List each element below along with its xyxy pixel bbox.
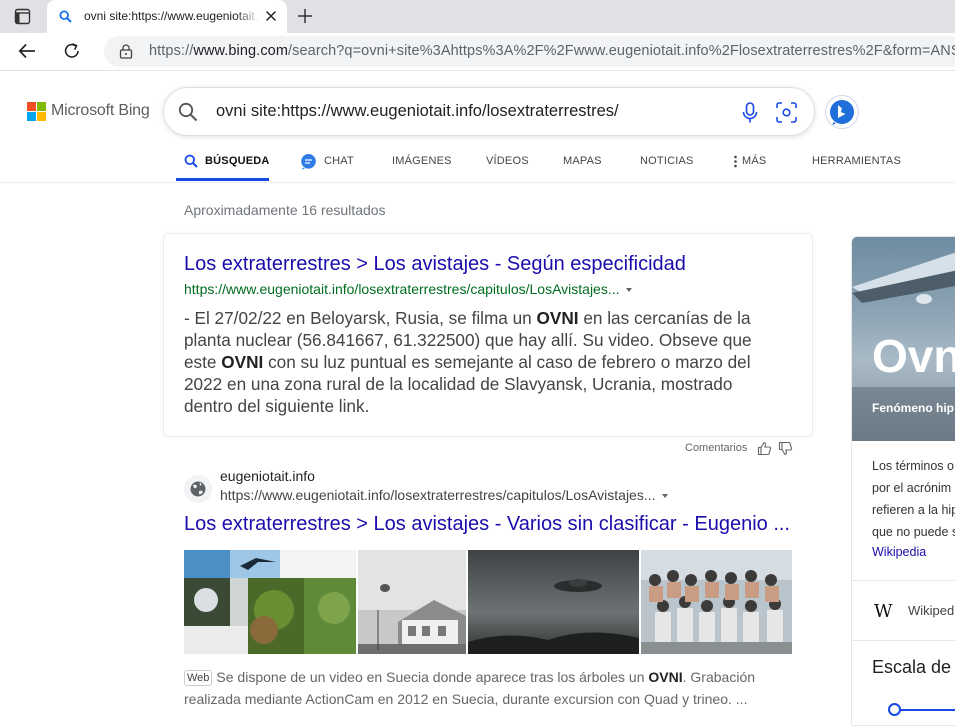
- search-input[interactable]: ovni site:https://www.eugeniotait.info/l…: [216, 102, 619, 121]
- header-separator: [0, 182, 955, 183]
- scale-slider-track[interactable]: [896, 709, 955, 711]
- lock-icon[interactable]: [119, 44, 133, 59]
- scope-tab-images[interactable]: IMÁGENES: [392, 145, 452, 182]
- scope-tab-videos[interactable]: VÍDEOS: [486, 145, 529, 182]
- scope-tab-tools[interactable]: HERRAMIENTAS: [812, 145, 901, 182]
- scope-tab-maps[interactable]: MAPAS: [563, 145, 603, 182]
- divider: [852, 580, 955, 581]
- wikipedia-label[interactable]: Wikiped: [908, 603, 954, 618]
- tab-actions-icon[interactable]: [14, 8, 31, 25]
- caret-down-icon[interactable]: [661, 494, 668, 499]
- scope-label: MAPAS: [563, 155, 602, 167]
- scale-heading: Escala de: [872, 657, 952, 677]
- knowledge-panel-hero-image[interactable]: Ovni Fenómeno hip: [852, 237, 955, 441]
- wikipedia-icon[interactable]: W: [874, 601, 893, 622]
- close-tab-icon[interactable]: [265, 10, 277, 22]
- bing-search-favicon-icon: [59, 10, 72, 23]
- address-bar[interactable]: https://www.bing.com/search?q=ovni+site%…: [104, 36, 955, 67]
- result-snippet: Web Se dispone de un video en Suecia dond…: [184, 669, 756, 707]
- scope-label: HERRAMIENTAS: [812, 155, 901, 167]
- scope-tab-news[interactable]: NOTICIAS: [640, 145, 694, 182]
- site-name[interactable]: eugeniotait.info: [220, 468, 315, 484]
- result-snippet: - El 27/02/22 en Beloyarsk, Rusia, se fi…: [184, 307, 804, 417]
- back-arrow-icon[interactable]: [17, 41, 37, 61]
- scope-label: CHAT: [324, 155, 354, 167]
- visual-search-icon[interactable]: [776, 102, 797, 123]
- url-text[interactable]: https://www.bing.com/search?q=ovni+site%…: [149, 43, 955, 59]
- scope-tab-more[interactable]: MÁS: [733, 145, 773, 182]
- knowledge-panel-description: Los términos o por el acrónim refieren a…: [872, 455, 955, 543]
- scale-slider-handle[interactable]: [888, 703, 901, 716]
- description-line: por el acrónim: [872, 481, 952, 495]
- caret-down-icon[interactable]: [625, 288, 632, 293]
- divider: [852, 640, 955, 641]
- logo-text: Microsoft Bing: [51, 102, 150, 119]
- tab-title: ovni site:https://www.eugeniotait.info/l…: [84, 9, 260, 23]
- search-result-card: Los extraterrestres > Los avistajes - Se…: [163, 233, 813, 437]
- result-title-link[interactable]: Los extraterrestres > Los avistajes - Va…: [184, 513, 790, 536]
- new-tab-icon[interactable]: [296, 7, 314, 25]
- scope-label: NOTICIAS: [640, 155, 694, 167]
- scope-label: IMÁGENES: [392, 155, 452, 167]
- browser-tab-strip: ovni site:https://www.eugeniotait.info/l…: [0, 0, 955, 33]
- thumbnail-image[interactable]: [641, 550, 792, 654]
- browser-toolbar: https://www.bing.com/search?q=ovni+site%…: [0, 33, 955, 70]
- microsoft-logo-icon: [27, 102, 46, 121]
- scope-tab-chat[interactable]: CHAT: [300, 145, 360, 182]
- scope-label: VÍDEOS: [486, 155, 529, 167]
- search-box[interactable]: ovni site:https://www.eugeniotait.info/l…: [163, 87, 815, 136]
- results-count: Aproximadamente 16 resultados: [184, 202, 386, 218]
- microphone-icon[interactable]: [741, 102, 759, 124]
- thumbnail-image[interactable]: [468, 550, 639, 654]
- knowledge-panel: Ovni Fenómeno hip Los términos o por el …: [851, 236, 955, 726]
- thumbs-up-icon[interactable]: [757, 441, 772, 456]
- knowledge-panel-subtitle: Fenómeno hip: [872, 401, 954, 415]
- search-icon: [178, 102, 198, 122]
- result-url[interactable]: https://www.eugeniotait.info/losextrater…: [220, 487, 668, 503]
- description-line: Los términos o: [872, 459, 954, 473]
- snippet-line: este OVNI con su luz puntual es semejant…: [184, 352, 751, 372]
- thumbnail-image[interactable]: [358, 550, 466, 654]
- scope-label: BÚSQUEDA: [205, 155, 270, 167]
- scope-label: MÁS: [742, 155, 767, 167]
- description-line: refieren a la hip: [872, 503, 955, 517]
- browser-separator: [0, 70, 955, 71]
- active-scope-indicator: [176, 178, 269, 181]
- refresh-icon[interactable]: [62, 41, 82, 61]
- knowledge-panel-title: Ovni: [872, 330, 955, 382]
- more-vertical-icon: [734, 155, 737, 168]
- thumbs-down-icon[interactable]: [778, 441, 793, 456]
- browser-tab[interactable]: ovni site:https://www.eugeniotait.info/l…: [47, 0, 287, 33]
- result-url[interactable]: https://www.eugeniotait.info/losextrater…: [184, 281, 632, 297]
- thumbnail-image[interactable]: [184, 550, 356, 654]
- snippet-line: dentro del siguiente link.: [184, 396, 370, 416]
- wikipedia-source-link[interactable]: Wikipedia: [872, 545, 926, 559]
- result-image-strip: [184, 550, 792, 654]
- snippet-line: - El 27/02/22 en Beloyarsk, Rusia, se fi…: [184, 308, 751, 328]
- copilot-chat-icon[interactable]: [824, 94, 860, 130]
- chat-icon: [301, 154, 316, 170]
- globe-icon: [184, 475, 212, 503]
- web-badge: Web: [184, 670, 213, 686]
- feedback-label[interactable]: Comentarios: [685, 442, 747, 454]
- result-title-link[interactable]: Los extraterrestres > Los avistajes - Se…: [184, 253, 686, 276]
- search-icon: [184, 154, 198, 168]
- scope-tab-search[interactable]: BÚSQUEDA: [184, 145, 269, 182]
- snippet-line: planta nuclear (56.841667, 61.322500) qu…: [184, 330, 752, 350]
- description-line: que no puede s: [872, 525, 955, 539]
- snippet-line: 2022 en una zona rural de la localidad d…: [184, 374, 733, 394]
